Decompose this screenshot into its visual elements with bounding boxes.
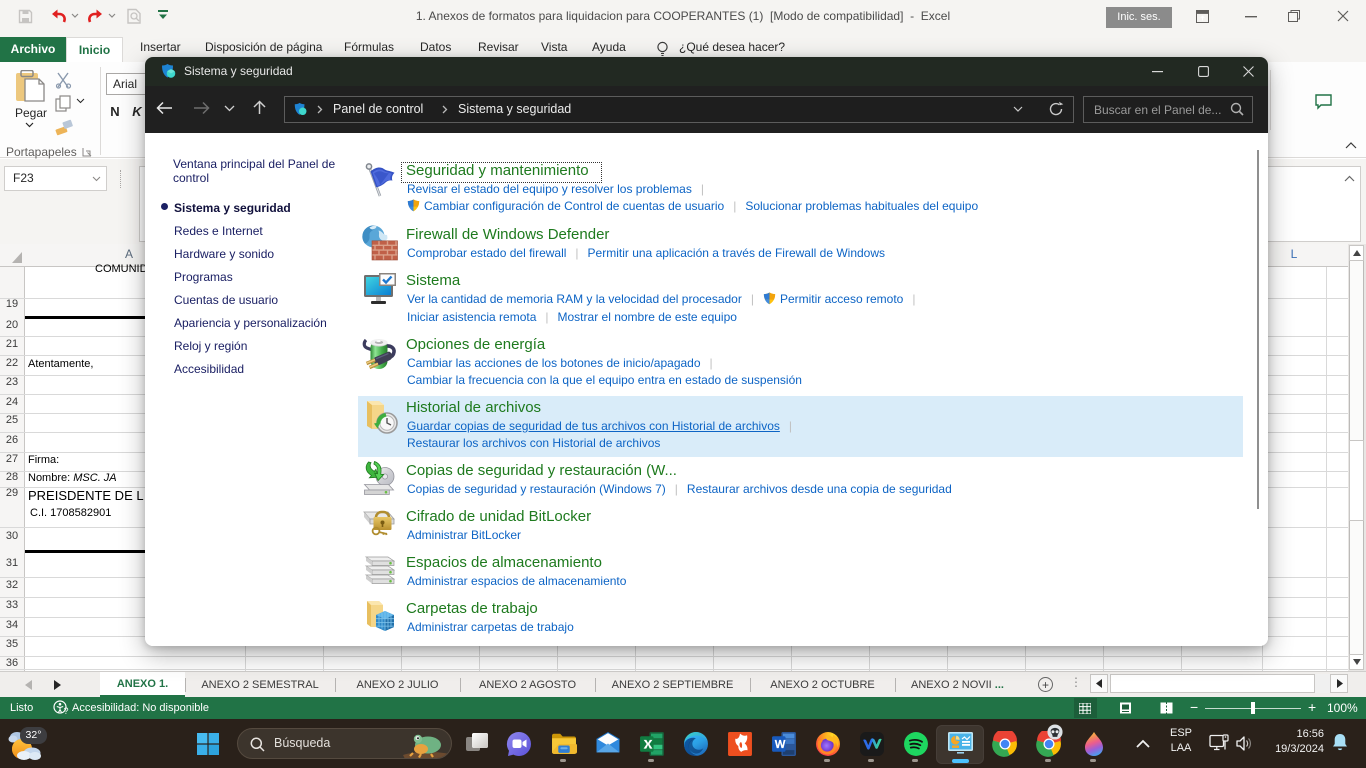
svg-text:?: ? [64,706,69,716]
